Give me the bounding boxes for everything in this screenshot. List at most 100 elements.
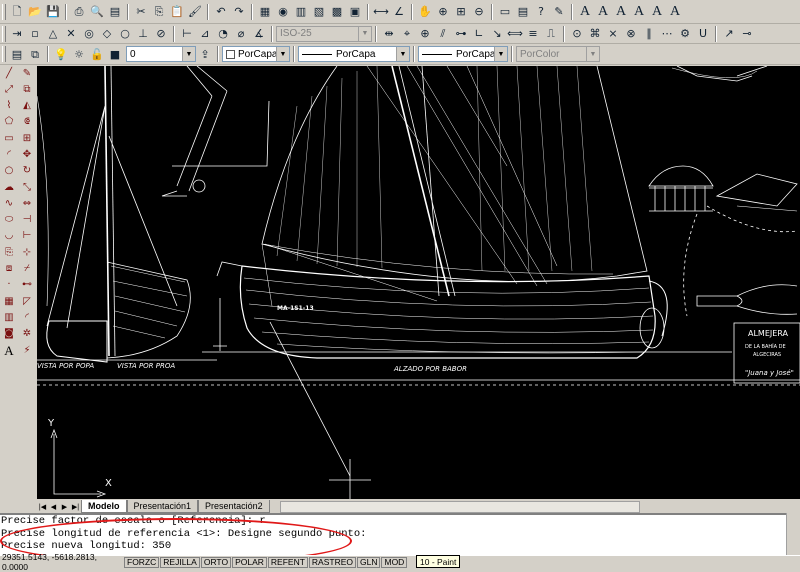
dim-diameter-icon[interactable]: ⌀	[233, 26, 249, 42]
osnap-toggle[interactable]: REFENT	[267, 556, 308, 568]
stretch-icon[interactable]: ⇔	[19, 196, 35, 211]
snap-midpoint-icon[interactable]: △	[45, 26, 61, 42]
layer-states-icon[interactable]: ⧉	[27, 46, 43, 62]
dim-aligned-icon[interactable]: ⊿	[197, 26, 213, 42]
command-prompt-line[interactable]: Precise nueva longitud: 350	[1, 540, 800, 553]
layer-freeze-icon[interactable]: ☼	[71, 46, 87, 62]
circle-icon[interactable]: ○	[1, 164, 17, 179]
publish-icon[interactable]: ▤	[107, 4, 123, 20]
spline-icon[interactable]: ∿	[1, 196, 17, 211]
ortho-toggle[interactable]: ORTO	[200, 556, 232, 568]
snap-center-icon[interactable]: ◎	[81, 26, 97, 42]
snap-intersection-icon[interactable]: ✕	[63, 26, 79, 42]
snap-magnet-icon[interactable]: ᑌ	[695, 26, 711, 42]
zoom-realtime-icon[interactable]: ⊕	[435, 4, 451, 20]
text-style-icon[interactable]: A	[649, 4, 665, 20]
dim-tolerance-icon[interactable]: ⌖	[399, 26, 415, 42]
prev-tab-icon[interactable]: ◀	[48, 501, 59, 513]
copy-object-icon[interactable]: ⧉	[19, 82, 35, 97]
text-edit-icon[interactable]: A	[595, 4, 611, 20]
new-file-icon[interactable]: 🗋	[9, 4, 25, 20]
tab-layout2[interactable]: Presentación2	[198, 500, 270, 513]
dim-continue-icon[interactable]: ⊶	[453, 26, 469, 42]
zoom-window-icon[interactable]: ⊞	[453, 4, 469, 20]
tool-palettes-icon[interactable]: ▥	[293, 4, 309, 20]
snap-apparent-icon[interactable]: ⊗	[623, 26, 639, 42]
redo-icon[interactable]: ↷	[231, 4, 247, 20]
markup-icon[interactable]: ▩	[329, 4, 345, 20]
match-properties-icon[interactable]: 🖌	[187, 4, 203, 20]
properties-icon[interactable]: ◉	[275, 4, 291, 20]
design-center-icon[interactable]: ▦	[257, 4, 273, 20]
color-select[interactable]: PorCapa ▼	[222, 46, 290, 62]
chevron-down-icon[interactable]: ▼	[586, 47, 599, 61]
chevron-down-icon[interactable]: ▼	[358, 26, 371, 41]
mirror-icon[interactable]: ◭	[19, 99, 35, 114]
last-tab-icon[interactable]: ▶|	[70, 501, 81, 513]
rectangle-icon[interactable]: ▭	[1, 131, 17, 146]
grid-toggle[interactable]: REJILLA	[160, 556, 200, 568]
text-find-icon[interactable]: A	[667, 4, 683, 20]
line-icon[interactable]: ╱	[1, 66, 17, 81]
paste-icon[interactable]: 📋	[169, 4, 185, 20]
snap-nearest-icon[interactable]: ⨯	[605, 26, 621, 42]
explode-icon[interactable]: ✲	[19, 327, 35, 342]
pan-icon[interactable]: ✋	[417, 4, 433, 20]
dim-update-icon[interactable]: ⇹	[381, 26, 397, 42]
zoom-previous-icon[interactable]: ⊖	[471, 4, 487, 20]
trim-icon[interactable]: ⊣	[19, 213, 35, 228]
linetype-select[interactable]: PorCapa ▼	[298, 46, 410, 62]
undo-icon[interactable]: ↶	[213, 4, 229, 20]
horizontal-scrollbar[interactable]	[279, 501, 640, 513]
dim-edit-icon[interactable]: ⟺	[507, 26, 523, 42]
command-window[interactable]: Precise factor de escala o [Referencia]:…	[0, 513, 800, 555]
layer-select[interactable]: 0 ▼	[126, 46, 196, 62]
snap-parallel-icon[interactable]: ∥	[641, 26, 657, 42]
chevron-down-icon[interactable]: ▼	[396, 47, 409, 61]
snap-temp-icon[interactable]: ⇥	[9, 26, 25, 42]
snap-none-icon[interactable]: ⊘	[153, 26, 169, 42]
print-icon[interactable]: ⎙	[71, 4, 87, 20]
chamfer-icon[interactable]: ◸	[19, 294, 35, 309]
erase-icon[interactable]: ✎	[19, 66, 35, 81]
region-icon[interactable]: ◙	[1, 327, 17, 342]
layer-color-icon[interactable]: ■	[107, 46, 123, 62]
dimension-linear-icon[interactable]: ⟷	[373, 4, 389, 20]
first-tab-icon[interactable]: |◀	[37, 501, 48, 513]
ellipse-icon[interactable]: ⬭	[1, 213, 17, 228]
tab-model[interactable]: Modelo	[81, 500, 127, 513]
construction-line-icon[interactable]: ⤢	[1, 82, 17, 97]
lineweight-toggle[interactable]: GLN	[357, 556, 381, 568]
model-toggle[interactable]: MOD	[381, 556, 408, 568]
dim-baseline-icon[interactable]: ≡	[525, 26, 541, 42]
cut-icon[interactable]: ✂	[133, 4, 149, 20]
layer-properties-icon[interactable]: ▤	[9, 46, 25, 62]
arc-icon[interactable]: ◜	[1, 147, 17, 162]
break-at-point-icon[interactable]: ⊹	[19, 245, 35, 260]
help-icon[interactable]: ?	[533, 4, 549, 20]
chevron-down-icon[interactable]: ▼	[182, 47, 195, 61]
calculator-icon[interactable]: ▣	[347, 4, 363, 20]
command-scrollbar[interactable]	[786, 513, 800, 555]
snap-node-icon[interactable]: ⊙	[569, 26, 585, 42]
scale-icon[interactable]: ⤡	[19, 180, 35, 195]
otrack-toggle[interactable]: RASTREO	[308, 556, 356, 568]
text-icon[interactable]: A	[577, 4, 593, 20]
toolbar-grip[interactable]	[2, 25, 6, 42]
dim-quick-icon[interactable]: ⎍	[543, 26, 559, 42]
snap-quadrant-icon[interactable]: ◇	[99, 26, 115, 42]
dim-angular-icon[interactable]: ∡	[251, 26, 267, 42]
array-icon[interactable]: ⊞	[19, 131, 35, 146]
layer-on-icon[interactable]: 💡	[53, 46, 69, 62]
chevron-down-icon[interactable]: ▼	[276, 47, 289, 61]
tab-layout1[interactable]: Presentación1	[126, 500, 199, 513]
toolbar-grip[interactable]	[2, 46, 6, 62]
snap-tangent-icon[interactable]: ○	[117, 26, 133, 42]
sheet-set-icon[interactable]: ▧	[311, 4, 327, 20]
dim-ordinate-icon[interactable]: ∟	[471, 26, 487, 42]
snap-settings-icon[interactable]: ⚙	[677, 26, 693, 42]
extend-icon[interactable]: ⊢	[19, 229, 35, 244]
dimstyle-select[interactable]: ISO-25 ▼	[276, 25, 372, 42]
layer-manager-icon[interactable]: ▭	[497, 4, 513, 20]
snap-tracking-icon[interactable]: ⊸	[739, 26, 755, 42]
